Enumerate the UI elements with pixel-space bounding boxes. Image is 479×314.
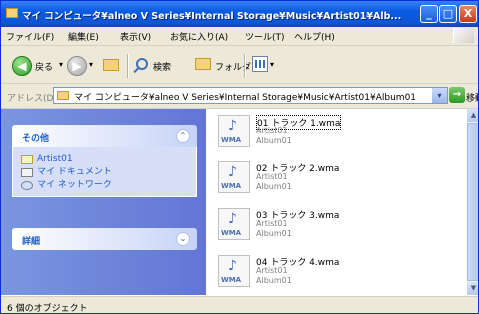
maximize-button[interactable]: □ <box>439 5 457 23</box>
file-artist: Artist01 <box>256 172 288 181</box>
details-header[interactable]: 詳細 ⌄ <box>12 228 197 250</box>
folders-icon[interactable] <box>195 58 211 70</box>
wma-file-icon: ♪ WMA <box>218 255 250 287</box>
folder-icon <box>57 91 69 100</box>
views-icon[interactable] <box>252 56 268 72</box>
file-artist: Artist01 <box>256 219 288 228</box>
minimize-button[interactable]: _ <box>420 5 438 23</box>
back-button[interactable]: ◀ <box>12 56 32 76</box>
file-album: Album01 <box>256 229 292 238</box>
explorer-window: マイ コンピュータ¥alneo V Series¥Internal Storag… <box>0 0 479 314</box>
wma-file-icon: ♪ WMA <box>218 208 250 240</box>
other-places-header[interactable]: その他 ⌃ <box>12 125 197 147</box>
status-text: 6 個のオブジェクト <box>7 304 88 314</box>
menu-help[interactable]: ヘルプ(H) <box>294 30 335 43</box>
address-value[interactable]: マイ コンピュータ¥alneo V Series¥Internal Storag… <box>74 90 416 103</box>
file-type-label: WMA <box>221 229 242 237</box>
vertical-scrollbar[interactable]: ▲ ▼ <box>467 109 478 295</box>
scroll-down-icon[interactable]: ▼ <box>467 282 478 295</box>
toolbar: ◀ 戻る ▾ ▶ ▾ 検索 フォルダ ▾ <box>1 46 478 84</box>
file-type-label: WMA <box>221 182 242 190</box>
file-artist: Artist01 <box>256 266 288 275</box>
file-item[interactable]: ♪ WMA 02 トラック 2.wma Artist01 Album01 <box>215 159 455 201</box>
menu-view[interactable]: 表示(V) <box>120 30 151 43</box>
address-label: アドレス(D) <box>7 94 57 104</box>
wma-file-icon: ♪ WMA <box>218 115 250 147</box>
file-item[interactable]: ♪ WMA 01 トラック 1.wma Artist01 Album01 <box>215 113 455 155</box>
address-dropdown-icon[interactable]: ▾ <box>432 88 447 103</box>
documents-icon <box>21 168 33 177</box>
file-type-label: WMA <box>221 136 242 144</box>
sidebar-item-label: マイ ドキュメント <box>37 167 112 177</box>
go-button[interactable]: → <box>449 87 465 103</box>
menu-file[interactable]: ファイル(F) <box>6 30 54 43</box>
sidebar-item-label: Artist01 <box>37 154 73 164</box>
file-album: Album01 <box>256 136 292 145</box>
scroll-thumb[interactable] <box>467 123 478 281</box>
status-bar: 6 個のオブジェクト <box>1 296 478 314</box>
menu-tools[interactable]: ツール(T) <box>245 30 285 43</box>
task-pane: その他 ⌃ Artist01 マイ ドキュメント マイ ネットワーク 詳細 ⌄ <box>1 109 206 295</box>
file-artist: Artist01 <box>256 126 288 135</box>
windows-logo-icon <box>453 28 474 43</box>
file-album: Album01 <box>256 276 292 285</box>
address-bar: アドレス(D) マイ コンピュータ¥alneo V Series¥Interna… <box>1 84 478 109</box>
toolbar-separator <box>244 54 246 78</box>
views-dropdown-icon[interactable]: ▾ <box>270 60 274 69</box>
scroll-up-icon[interactable]: ▲ <box>467 109 478 122</box>
menu-edit[interactable]: 編集(E) <box>68 30 99 43</box>
panel-title: 詳細 <box>22 237 41 247</box>
file-type-label: WMA <box>221 276 242 284</box>
folder-icon <box>6 8 18 18</box>
other-places-list: Artist01 マイ ドキュメント マイ ネットワーク <box>12 147 197 197</box>
forward-dropdown-icon[interactable]: ▾ <box>89 60 93 69</box>
file-album: Album01 <box>256 182 292 191</box>
go-label[interactable]: 移動 <box>466 91 478 104</box>
title-bar[interactable]: マイ コンピュータ¥alneo V Series¥Internal Storag… <box>1 1 478 27</box>
toolbar-separator <box>127 54 129 78</box>
search-icon[interactable] <box>136 58 148 70</box>
file-item[interactable]: ♪ WMA 04 トラック 4.wma Artist01 Album01 <box>215 253 455 295</box>
other-places-panel: その他 ⌃ Artist01 マイ ドキュメント マイ ネットワーク <box>12 125 197 197</box>
file-item[interactable]: ♪ WMA 03 トラック 3.wma Artist01 Album01 <box>215 206 455 248</box>
details-panel: 詳細 ⌄ <box>12 228 197 250</box>
sidebar-item-artist01[interactable]: Artist01 <box>13 153 196 166</box>
file-list: ♪ WMA 01 トラック 1.wma Artist01 Album01 ♪ WMA… <box>206 109 467 295</box>
search-button[interactable]: 検索 <box>153 60 171 73</box>
sidebar-item-my-documents[interactable]: マイ ドキュメント <box>13 166 196 179</box>
folder-icon <box>21 155 33 164</box>
close-button[interactable]: X <box>459 5 477 23</box>
wma-file-icon: ♪ WMA <box>218 161 250 193</box>
address-field[interactable]: マイ コンピュータ¥alneo V Series¥Internal Storag… <box>53 87 448 104</box>
back-dropdown-icon[interactable]: ▾ <box>59 60 63 69</box>
window-title: マイ コンピュータ¥alneo V Series¥Internal Storag… <box>22 11 402 22</box>
forward-button[interactable]: ▶ <box>67 56 87 76</box>
back-label[interactable]: 戻る <box>35 60 53 73</box>
sidebar-item-my-network[interactable]: マイ ネットワーク <box>13 179 196 192</box>
folder-up-icon[interactable] <box>103 59 119 71</box>
network-icon <box>21 181 33 190</box>
collapse-icon[interactable]: ⌃ <box>176 129 190 143</box>
expand-icon[interactable]: ⌄ <box>176 232 190 246</box>
panel-title: その他 <box>22 134 50 144</box>
sidebar-item-label: マイ ネットワーク <box>37 180 112 190</box>
menu-favorites[interactable]: お気に入り(A) <box>170 30 228 43</box>
menu-bar: ファイル(F) 編集(E) 表示(V) お気に入り(A) ツール(T) ヘルプ(… <box>1 27 478 46</box>
